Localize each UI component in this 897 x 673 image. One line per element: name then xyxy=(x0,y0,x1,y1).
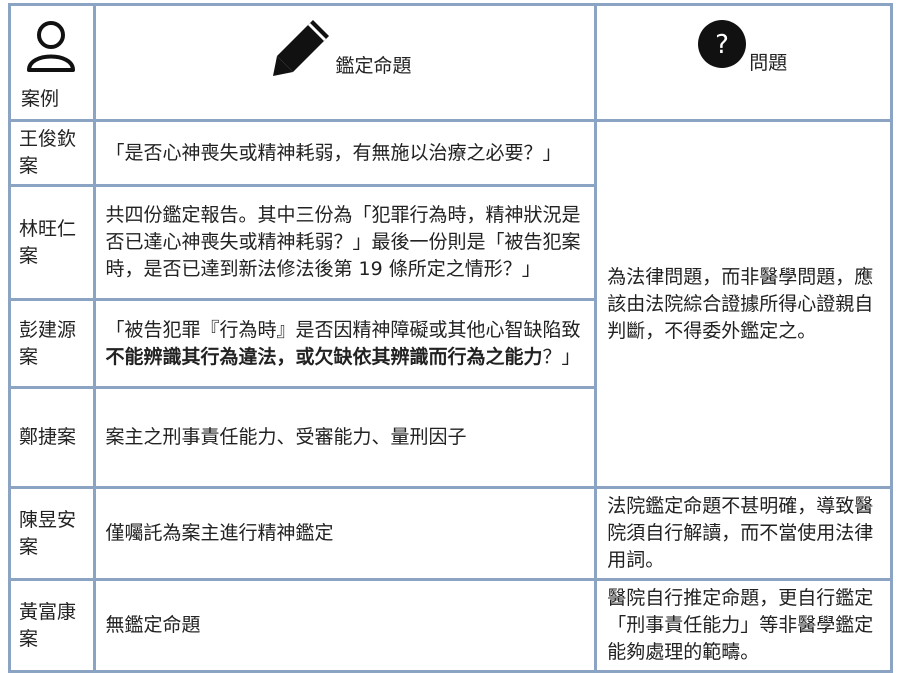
case-topic: 案主之刑事責任能力、受審能力、量刑因子 xyxy=(92,386,598,489)
issue-cell: 法院鑑定命題不甚明確，導致醫院須自行解讀，而不當使用法律用詞。 xyxy=(594,486,893,581)
topic-text-end: ？」 xyxy=(542,345,581,368)
case-name: 林旺仁案 xyxy=(8,184,96,301)
header-topic-label: 鑑定命題 xyxy=(335,55,412,77)
pencil-icon xyxy=(272,20,329,76)
case-topic: 無鑑定命題 xyxy=(92,578,598,673)
case-name: 黃富康案 xyxy=(8,578,96,673)
header-issue-cell: ? 問題 xyxy=(594,3,893,122)
case-topic: 「是否心神喪失或精神耗弱，有無施以治療之必要？」 xyxy=(92,119,598,187)
header-topic-cell: 鑑定命題 xyxy=(92,3,598,122)
issue-cell-merged: 為法律問題，而非醫學問題，應該由法院綜合證據所得心證親自判斷，不得委外鑑定之。 xyxy=(594,119,893,489)
person-icon xyxy=(27,21,75,72)
appraisal-table: 案例 鑑定命題 ? 問題 王俊欽案 「是否心神喪失或精神耗弱，有無施以治療之必要… xyxy=(8,3,893,673)
table-row: 王俊欽案 「是否心神喪失或精神耗弱，有無施以治療之必要？」 為法律問題，而非醫學… xyxy=(8,119,893,489)
topic-bold-text: 不能辨識其行為違法，或欠缺依其辨識而行為之能力 xyxy=(105,345,543,368)
svg-text:?: ? xyxy=(715,30,729,60)
case-name: 鄭捷案 xyxy=(8,386,96,489)
page: 案例 鑑定命題 ? 問題 王俊欽案 「是否心神喪失或精神耗弱，有無施以治療之必要… xyxy=(0,0,897,673)
case-topic: 共四份鑑定報告。其中三份為「犯罪行為時，精神狀況是否已達心神喪失或精神耗弱？」最… xyxy=(92,184,598,301)
header-case-label: 案例 xyxy=(21,88,60,110)
table-row: 黃富康案 無鑑定命題 醫院自行推定命題，更自行鑑定「刑事責任能力」等非醫學鑑定能… xyxy=(8,578,893,673)
case-topic: 「被告犯罪『行為時』是否因精神障礙或其他心智缺陷致不能辨識其行為違法，或欠缺依其… xyxy=(92,298,598,389)
case-name: 王俊欽案 xyxy=(8,119,96,187)
question-icon: ? xyxy=(698,20,747,68)
header-row: 案例 鑑定命題 ? 問題 xyxy=(8,3,893,122)
case-topic: 僅囑託為案主進行精神鑑定 xyxy=(92,486,598,581)
topic-text: 「被告犯罪『行為時』是否因精神障礙或其他心智缺陷致 xyxy=(105,318,581,341)
header-issue-label: 問題 xyxy=(749,52,788,74)
case-name: 陳昱安案 xyxy=(8,486,96,581)
issue-cell: 醫院自行推定命題，更自行鑑定「刑事責任能力」等非醫學鑑定能夠處理的範疇。 xyxy=(594,578,893,673)
table-row: 陳昱安案 僅囑託為案主進行精神鑑定 法院鑑定命題不甚明確，導致醫院須自行解讀，而… xyxy=(8,486,893,581)
case-name: 彭建源案 xyxy=(8,298,96,389)
header-case-cell: 案例 xyxy=(8,3,96,122)
